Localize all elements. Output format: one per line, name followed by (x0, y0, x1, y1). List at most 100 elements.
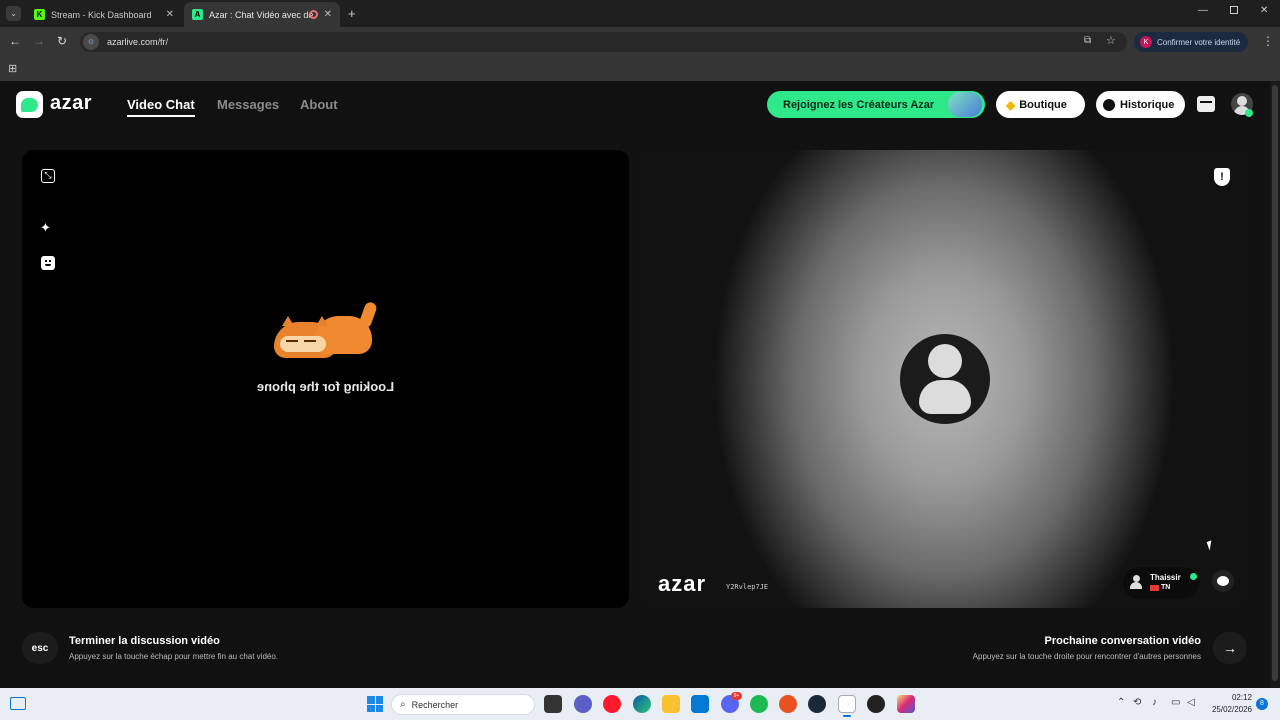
magic-wand-icon[interactable]: ✦ (40, 221, 54, 235)
tab-search-icon[interactable]: ⌄ (6, 6, 21, 21)
forward-icon[interactable]: → (33, 34, 45, 48)
bookmark-star-icon[interactable]: ☆ (1106, 34, 1116, 47)
tab-title: Azar : Chat Vidéo avec de n (209, 9, 313, 20)
network-icon[interactable]: ▭ (1171, 697, 1180, 708)
tray-chevron-icon[interactable]: ⌃ (1117, 697, 1125, 708)
diamond-icon: ◆ (1006, 97, 1016, 112)
store-icon[interactable] (691, 695, 709, 713)
tunisia-flag-icon (1150, 585, 1159, 591)
face-filter-icon[interactable] (41, 256, 55, 270)
firefox-icon[interactable] (779, 695, 797, 713)
notepad-icon[interactable] (838, 695, 856, 713)
clock-date[interactable]: 25/02/2026 (1206, 705, 1252, 714)
azar-logo-icon[interactable] (16, 91, 43, 118)
next-chat-subtitle: Appuyez sur la touche droite pour rencon… (972, 652, 1201, 661)
tab-title: Stream - Kick Dashboard (51, 9, 152, 20)
partner-avatar-icon (900, 334, 990, 424)
apps-grid-icon[interactable]: ⊞ (8, 62, 17, 75)
widgets-icon[interactable] (10, 697, 26, 710)
esc-key-button[interactable]: esc (22, 632, 58, 664)
nav-messages[interactable]: Messages (217, 97, 279, 112)
volume-icon[interactable]: ◁ (1187, 697, 1195, 708)
start-windows-icon[interactable] (367, 696, 383, 712)
history-label: Historique (1120, 98, 1175, 111)
profile-label: Confirmer votre identité (1157, 37, 1241, 47)
close-window-icon[interactable]: ✕ (1260, 5, 1268, 16)
creators-button[interactable]: Rejoignez les Créateurs Azar (767, 91, 985, 118)
chat-bubble-icon (1217, 576, 1229, 586)
url-text: azarlive.com/fr/ (107, 37, 169, 47)
shop-label: Boutique (1019, 98, 1067, 111)
partner-country: TN (1161, 584, 1171, 591)
tab-azar[interactable]: A Azar : Chat Vidéo avec de n ✕ (184, 2, 340, 27)
status-text: Looking for the phone (256, 379, 395, 394)
bookmarks-bar: ⊞ (0, 57, 1280, 81)
online-status-icon (1245, 109, 1253, 117)
url-field[interactable]: ⊙ azarlive.com/fr/ ⧉ ☆ (80, 32, 1127, 52)
install-app-icon[interactable]: ⧉ (1084, 35, 1091, 46)
watermark-logo: azar (658, 571, 707, 596)
history-button[interactable]: Historique (1096, 91, 1185, 118)
creators-illustration-icon (948, 92, 982, 117)
task-view-icon[interactable] (544, 695, 562, 713)
creators-label: Rejoignez les Créateurs Azar (783, 98, 935, 111)
close-tab-icon[interactable]: ✕ (166, 9, 174, 20)
notification-badge[interactable]: 8 (1256, 698, 1268, 710)
mouse-cursor-icon (1206, 540, 1215, 551)
partner-person-icon (1130, 575, 1142, 589)
shop-button[interactable]: ◆ Boutique (996, 91, 1085, 118)
recording-icon (309, 10, 318, 19)
reload-icon[interactable]: ↻ (57, 34, 67, 48)
partner-video-panel: ! azar Y2Rvlep7JE Thaissir TN (641, 150, 1247, 608)
sleeping-cat-icon (270, 300, 380, 364)
discord-badge: 9+ (731, 692, 742, 700)
new-tab-icon[interactable]: + (348, 6, 356, 21)
my-video-panel: ⤡ ✦ Looking for the phone (22, 150, 629, 608)
restore-icon[interactable] (1230, 6, 1238, 14)
microphone-icon[interactable]: ♪ (1152, 697, 1157, 708)
search-placeholder: Rechercher (411, 699, 459, 710)
menu-kebab-icon[interactable]: ⋮ (1262, 34, 1274, 48)
instagram-icon[interactable] (897, 695, 915, 713)
partner-name: Thaissir (1150, 573, 1181, 582)
chat-button[interactable] (1212, 570, 1234, 592)
opera-icon[interactable] (603, 695, 621, 713)
site-info-icon[interactable]: ⊙ (83, 34, 99, 50)
teams-icon[interactable] (574, 695, 592, 713)
tab-kick-dashboard[interactable]: K Stream - Kick Dashboard ✕ (26, 2, 182, 27)
partner-info-chip[interactable]: Thaissir TN (1123, 567, 1199, 599)
edge-icon[interactable] (633, 695, 651, 713)
minimize-video-icon[interactable]: ⤡ (41, 169, 55, 183)
minimize-icon[interactable]: — (1198, 5, 1208, 16)
search-icon: ⌕ (400, 699, 406, 710)
verified-icon (1190, 573, 1197, 580)
clock-time[interactable]: 02:12 (1206, 693, 1252, 702)
clock-icon (1103, 98, 1115, 111)
close-tab-icon[interactable]: ✕ (324, 9, 332, 20)
nav-about[interactable]: About (300, 97, 338, 112)
report-shield-icon[interactable]: ! (1214, 168, 1230, 186)
taskbar-search-box[interactable]: ⌕ Rechercher (391, 694, 535, 715)
back-icon[interactable]: ← (9, 34, 21, 48)
nav-active-underline (127, 115, 195, 117)
file-explorer-icon[interactable] (662, 695, 680, 713)
next-chat-title: Prochaine conversation vidéo (1044, 635, 1202, 647)
inbox-box-icon[interactable] (1197, 96, 1215, 112)
azar-favicon-icon: A (192, 9, 203, 20)
azar-logo-text[interactable]: azar (50, 92, 92, 115)
watermark-id: Y2Rvlep7JE (726, 583, 769, 591)
profile-avatar: K (1140, 36, 1152, 48)
next-arrow-button[interactable]: → (1213, 632, 1247, 664)
steam-icon[interactable] (808, 695, 826, 713)
end-chat-subtitle: Appuyez sur la touche échap pour mettre … (69, 652, 279, 661)
tray-sync-icon[interactable]: ⟲ (1133, 697, 1141, 708)
active-app-indicator (843, 715, 851, 717)
obs-icon[interactable] (867, 695, 885, 713)
nav-video-chat[interactable]: Video Chat (127, 97, 195, 112)
page-scrollbar[interactable] (1270, 81, 1280, 688)
profile-button[interactable]: K Confirmer votre identité (1134, 32, 1248, 52)
browser-tab-bar: ⌄ K Stream - Kick Dashboard ✕ A Azar : C… (0, 0, 1280, 27)
spotify-icon[interactable] (750, 695, 768, 713)
kick-favicon-icon: K (34, 9, 45, 20)
end-chat-title: Terminer la discussion vidéo (69, 635, 220, 647)
